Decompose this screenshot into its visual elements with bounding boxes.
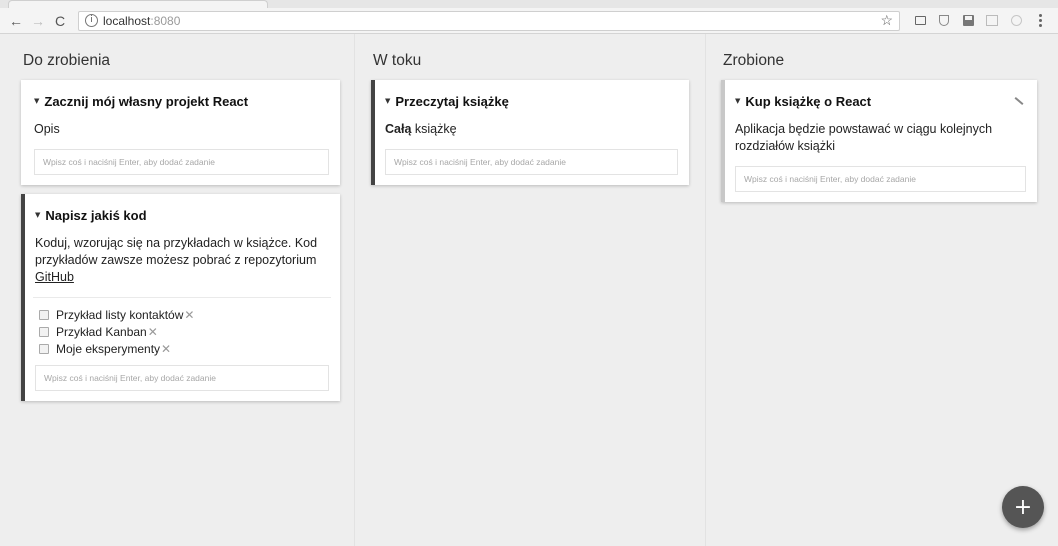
note-description-text: Koduj, wzorując się na przykładach w ksi…	[35, 236, 318, 267]
add-task-input[interactable]	[35, 365, 329, 391]
add-note-button[interactable]: +	[1002, 486, 1044, 528]
edit-icon[interactable]	[1014, 97, 1024, 105]
cast-button[interactable]	[912, 13, 928, 29]
github-link[interactable]: GitHub	[35, 270, 74, 284]
address-host: localhost	[103, 13, 151, 28]
task-label: Przykład listy kontaktów	[56, 307, 184, 322]
lane-done: Zrobione ▼ Kup książkę o React Aplikacja…	[721, 34, 1037, 546]
plus-icon: +	[1013, 494, 1033, 520]
forward-button[interactable]: →	[28, 11, 48, 31]
note-header[interactable]: ▼ Przeczytaj książkę	[385, 92, 678, 110]
task-item: Przykład listy kontaktów ✕	[35, 306, 329, 323]
note-description: Opis	[34, 122, 60, 136]
note-description-text: książkę	[411, 122, 457, 136]
tasks-divider	[33, 297, 331, 298]
note-title: Przeczytaj książkę	[395, 93, 509, 109]
address-port: :8080	[150, 13, 181, 28]
tab-strip	[0, 0, 1058, 8]
note-title: Kup książkę o React	[745, 93, 872, 109]
save-button[interactable]	[960, 13, 976, 29]
extension-icons	[908, 13, 1052, 29]
note-header[interactable]: ▼ Kup książkę o React	[735, 92, 1026, 110]
task-item: Moje eksperymenty ✕	[35, 340, 329, 357]
browser-toolbar: ← → C i localhost:8080 ☆	[0, 8, 1058, 34]
delete-task-icon[interactable]: ✕	[161, 343, 171, 355]
note-description: Całą książkę	[385, 121, 678, 138]
lane-in-progress: W toku ▼ Przeczytaj książkę Całą książkę	[371, 34, 689, 546]
reload-button[interactable]: C	[50, 11, 70, 31]
lane-divider	[705, 34, 706, 546]
note-description: Koduj, wzorując się na przykładach w ksi…	[35, 235, 329, 286]
task-checkbox[interactable]	[39, 343, 49, 354]
grid-button[interactable]	[984, 13, 1000, 29]
save-icon	[962, 15, 974, 26]
add-task-input[interactable]	[385, 149, 678, 175]
add-task-input[interactable]	[735, 166, 1026, 192]
lane-divider	[354, 34, 355, 546]
add-task-input[interactable]	[34, 149, 329, 175]
note-title: Napisz jakiś kod	[45, 207, 147, 223]
lane-todo: Do zrobienia ▼ Zacznij mój własny projek…	[21, 34, 340, 546]
caret-down-icon[interactable]: ▼	[35, 211, 40, 219]
circle-button[interactable]	[1008, 13, 1024, 29]
info-icon[interactable]: i	[85, 14, 98, 27]
arrow-left-icon: ←	[9, 12, 23, 29]
lane-title: W toku	[373, 52, 422, 69]
note-card[interactable]: ▼ Kup książkę o React Aplikacja będzie p…	[721, 80, 1037, 202]
kanban-board: Do zrobienia ▼ Zacznij mój własny projek…	[0, 34, 1058, 546]
note-description-bold: Całą	[385, 122, 412, 136]
arrow-right-icon: →	[31, 12, 45, 29]
note-card[interactable]: ▼ Przeczytaj książkę Całą książkę	[371, 80, 689, 185]
note-title: Zacznij mój własny projekt React	[44, 93, 249, 109]
circle-icon	[1010, 15, 1022, 26]
browser-tab[interactable]	[8, 0, 268, 8]
delete-task-icon[interactable]: ✕	[184, 309, 194, 321]
task-checkbox[interactable]	[39, 309, 49, 320]
task-item: Przykład Kanban ✕	[35, 323, 329, 340]
browser-menu-button[interactable]	[1032, 13, 1048, 29]
note-card[interactable]: ▼ Napisz jakiś kod Koduj, wzorując się n…	[21, 194, 340, 401]
caret-down-icon[interactable]: ▼	[34, 97, 39, 105]
star-icon[interactable]: ☆	[880, 12, 893, 29]
address-bar[interactable]: i localhost:8080 ☆	[78, 10, 900, 31]
lane-title: Do zrobienia	[23, 52, 111, 69]
task-list: Przykład listy kontaktów ✕ Przykład Kanb…	[35, 306, 329, 357]
menu-icon	[1038, 14, 1042, 27]
note-header[interactable]: ▼ Zacznij mój własny projekt React	[34, 92, 329, 110]
caret-down-icon[interactable]: ▼	[735, 97, 740, 105]
note-description: Aplikacja będzie powstawać w ciągu kolej…	[735, 122, 993, 153]
grid-icon	[986, 15, 998, 26]
caret-down-icon[interactable]: ▼	[385, 97, 390, 105]
shield-icon	[939, 15, 949, 26]
shield-button[interactable]	[936, 13, 952, 29]
task-label: Moje eksperymenty	[56, 341, 161, 356]
cast-icon	[914, 16, 926, 25]
note-card[interactable]: ▼ Zacznij mój własny projekt React Opis	[21, 80, 340, 185]
delete-task-icon[interactable]: ✕	[148, 326, 158, 338]
lane-title: Zrobione	[723, 52, 785, 69]
back-button[interactable]: ←	[6, 11, 26, 31]
note-header[interactable]: ▼ Napisz jakiś kod	[35, 206, 329, 224]
task-checkbox[interactable]	[39, 326, 49, 337]
reload-icon: C	[54, 12, 66, 29]
task-label: Przykład Kanban	[56, 324, 147, 339]
